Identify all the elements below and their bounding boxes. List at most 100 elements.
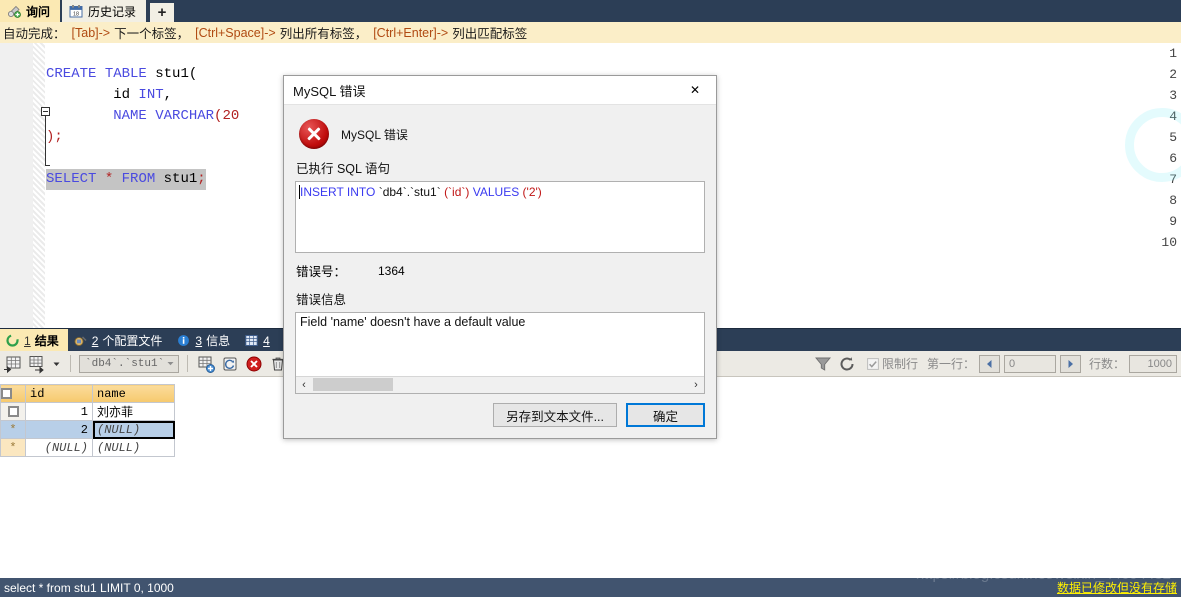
dialog-body: MySQL 错误 已执行 SQL 语句 INSERT INTO `db4`.`s…	[284, 105, 716, 439]
chevron-down-icon	[167, 362, 174, 366]
table-row[interactable]: * 2 (NULL)	[0, 420, 175, 439]
table-row[interactable]: * (NULL) (NULL)	[0, 438, 175, 457]
sql-seg: (`id`)	[444, 185, 470, 199]
hint-desc-ctrl-space: 列出所有标签，	[279, 27, 368, 41]
grid-view-icon[interactable]	[3, 354, 23, 374]
horizontal-scrollbar[interactable]: ‹ ›	[296, 377, 704, 393]
cell-id[interactable]: (NULL)	[25, 438, 93, 457]
calendar-icon: 18	[69, 4, 83, 18]
info-icon	[177, 334, 191, 348]
select-all-checkbox[interactable]	[1, 387, 12, 399]
first-row-label: 第一行：	[926, 357, 975, 371]
row-count-label: 行数：	[1088, 357, 1125, 371]
select-all-cell[interactable]	[0, 384, 26, 403]
next-page-button[interactable]	[1059, 354, 1081, 373]
filter-icon[interactable]	[813, 354, 833, 374]
tab-query[interactable]: 询问	[0, 0, 61, 22]
code-line-2: CREATE TABLE stu1(	[46, 66, 198, 82]
cell-id[interactable]: 1	[25, 402, 93, 421]
chevron-down-icon[interactable]	[51, 354, 62, 374]
cell-name[interactable]: (NULL)	[92, 438, 175, 457]
error-icon	[299, 119, 329, 149]
line-number: 6	[1169, 151, 1177, 166]
row-select-checkbox[interactable]	[7, 405, 19, 417]
line-number: 7	[1169, 172, 1177, 187]
profile-icon	[74, 334, 88, 348]
line-number: 4	[1169, 109, 1177, 124]
grid-export-icon[interactable]	[27, 354, 47, 374]
editor-fold-margin	[33, 43, 45, 328]
dialog-button-row: 另存到文本文件... 确定	[493, 403, 705, 427]
checkbox-checked-icon	[867, 357, 879, 370]
column-header-id[interactable]: id	[25, 384, 93, 403]
hint-key-tab: [Tab]->	[71, 25, 111, 40]
code-fold-end	[45, 165, 50, 166]
status-query-text: select * from stu1 LIMIT 0, 1000	[4, 580, 174, 595]
error-number-value: 1364	[378, 263, 405, 278]
duplicate-row-icon[interactable]	[220, 354, 240, 374]
sql-seg: VALUES	[472, 185, 520, 199]
result-tab-profiles[interactable]: 2 个配置文件	[68, 329, 172, 352]
save-to-text-file-button[interactable]: 另存到文本文件...	[493, 403, 617, 427]
row-count-input[interactable]: 1000	[1129, 354, 1177, 373]
column-header-name[interactable]: name	[92, 384, 175, 403]
hint-key-ctrl-enter: [Ctrl+Enter]->	[373, 25, 449, 40]
result-tab-info[interactable]: 3 信息	[171, 329, 239, 352]
code-line-3: id INT,	[46, 87, 173, 103]
row-marker-new[interactable]: *	[0, 420, 26, 439]
error-message-text[interactable]: Field 'name' doesn't have a default valu…	[296, 313, 704, 377]
status-bar: select * from stu1 LIMIT 0, 1000 数据已修改但没…	[0, 578, 1181, 597]
sql-seg: `db4`.`stu1`	[375, 185, 445, 199]
error-message-label: 错误信息	[296, 293, 347, 307]
limit-rows-checkbox[interactable]: 限制行	[867, 355, 918, 372]
line-number: 2	[1169, 67, 1177, 82]
result-tab-table[interactable]: 4	[239, 329, 283, 352]
result-tab-label: 结果	[34, 334, 59, 348]
table-row[interactable]: 1 刘亦菲	[0, 402, 175, 421]
result-tab-results[interactable]: 1 结果	[0, 329, 68, 352]
status-badge-unsaved[interactable]: 数据已修改但没有存储	[1057, 579, 1177, 596]
scroll-left-arrow-icon[interactable]: ‹	[296, 377, 312, 393]
schema-selector[interactable]: `db4`.`stu1`	[79, 354, 179, 373]
delete-row-icon[interactable]	[244, 354, 264, 374]
ok-button[interactable]: 确定	[626, 403, 705, 427]
table-icon	[245, 334, 259, 348]
cell-id[interactable]: 2	[25, 420, 93, 439]
first-row-input[interactable]: 0	[1003, 354, 1056, 373]
scroll-right-arrow-icon[interactable]: ›	[688, 377, 704, 393]
toolbar-separator	[70, 355, 71, 372]
hint-prefix: 自动完成：	[3, 27, 66, 41]
hint-desc-ctrl-enter: 列出匹配标签	[452, 27, 528, 41]
sql-seg: ('2')	[522, 185, 542, 199]
error-number-row: 错误号： 1364	[296, 261, 705, 280]
row-marker[interactable]	[0, 402, 26, 421]
hint-desc-tab: 下一个标签，	[114, 27, 190, 41]
toolbar-separator	[187, 355, 188, 372]
result-tab-number: 4	[263, 333, 270, 348]
error-message-container: Field 'name' doesn't have a default valu…	[295, 312, 705, 394]
cell-name[interactable]: 刘亦菲	[92, 402, 175, 421]
prev-page-button[interactable]	[978, 354, 1000, 373]
code-line-5: );	[46, 129, 63, 145]
close-icon[interactable]: ✕	[674, 76, 716, 104]
new-tab-button[interactable]: +	[150, 3, 175, 22]
line-number: 9	[1169, 214, 1177, 229]
error-number-label: 错误号：	[296, 265, 347, 279]
code-line-7: SELECT * FROM stu1;	[46, 169, 206, 190]
row-marker-new[interactable]: *	[0, 438, 26, 457]
executed-sql-box[interactable]: INSERT INTO `db4`.`stu1` (`id`) VALUES (…	[295, 181, 705, 253]
add-row-icon[interactable]	[196, 354, 216, 374]
line-number: 5	[1169, 130, 1177, 145]
cell-name[interactable]: (NULL)	[92, 420, 175, 439]
table-header-row: id name	[0, 384, 175, 403]
autocomplete-hint-bar: 自动完成： [Tab]-> 下一个标签， [Ctrl+Space]-> 列出所有…	[0, 22, 1181, 43]
tab-history[interactable]: 18 历史记录	[62, 0, 147, 22]
result-grid[interactable]: id name 1 刘亦菲 * 2 (NULL) * (NULL) (NULL)	[0, 384, 175, 457]
line-number: 8	[1169, 193, 1177, 208]
schema-value: `db4`.`stu1`	[85, 357, 165, 370]
code-line-4: NAME VARCHAR(20	[113, 108, 240, 124]
line-number: 3	[1169, 88, 1177, 103]
scrollbar-thumb[interactable]	[313, 378, 393, 391]
result-tab-label: 信息	[206, 334, 231, 348]
refresh-icon[interactable]	[837, 354, 857, 374]
